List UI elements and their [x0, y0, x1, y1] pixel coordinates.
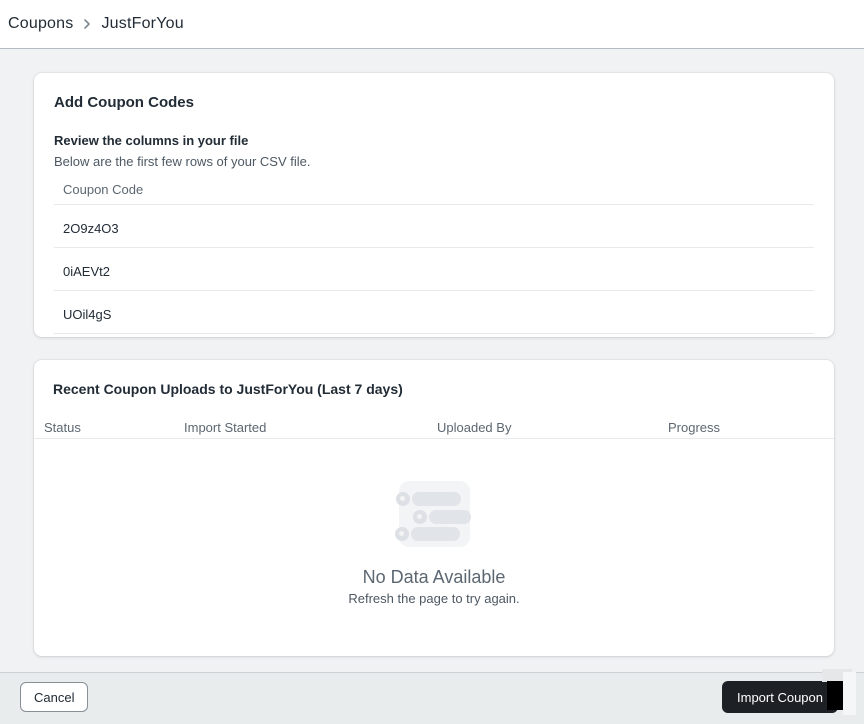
uploads-table-header: Status Import Started Uploaded By Progre…	[34, 420, 834, 439]
column-header-status: Status	[44, 420, 184, 435]
cursor-artifact	[827, 681, 843, 710]
placeholder-bar	[412, 492, 461, 506]
cancel-button[interactable]: Cancel	[20, 682, 88, 712]
placeholder-bar	[429, 510, 471, 524]
breadcrumb-item-coupons[interactable]: Coupons	[8, 15, 73, 33]
cursor-artifact	[843, 672, 856, 715]
coupon-import-page: Coupons JustForYou Add Coupon Codes Revi…	[0, 0, 864, 724]
table-row: 0iAEVt2	[54, 248, 814, 291]
placeholder-dot	[395, 527, 409, 541]
list-placeholder-icon	[399, 481, 470, 547]
review-columns-title: Review the columns in your file	[54, 133, 814, 148]
recent-uploads-card: Recent Coupon Uploads to JustForYou (Las…	[34, 360, 834, 656]
empty-state-subtitle: Refresh the page to try again.	[34, 591, 834, 606]
column-header-uploaded-by: Uploaded By	[437, 420, 668, 435]
breadcrumb: Coupons JustForYou	[0, 0, 864, 49]
table-row: 2O9z4O3	[54, 205, 814, 248]
add-coupon-codes-card: Add Coupon Codes Review the columns in y…	[34, 73, 834, 337]
table-row: UOil4gS	[54, 291, 814, 334]
csv-preview-table: Coupon Code 2O9z4O3 0iAEVt2 UOil4gS	[54, 169, 814, 334]
breadcrumb-item-current: JustForYou	[101, 15, 183, 33]
import-coupon-button[interactable]: Import Coupon	[722, 681, 838, 713]
placeholder-dot	[396, 492, 410, 506]
card-title: Recent Coupon Uploads to JustForYou (Las…	[34, 360, 834, 397]
column-header-coupon-code: Coupon Code	[54, 169, 814, 205]
chevron-right-icon	[80, 17, 94, 31]
column-header-progress: Progress	[668, 420, 834, 435]
card-title: Add Coupon Codes	[54, 73, 814, 112]
column-header-import-started: Import Started	[184, 420, 437, 435]
placeholder-dot	[413, 510, 427, 524]
placeholder-bar	[411, 527, 460, 541]
empty-state-title: No Data Available	[34, 567, 834, 588]
review-columns-subtitle: Below are the first few rows of your CSV…	[54, 154, 814, 169]
empty-state: No Data Available Refresh the page to tr…	[34, 481, 834, 606]
